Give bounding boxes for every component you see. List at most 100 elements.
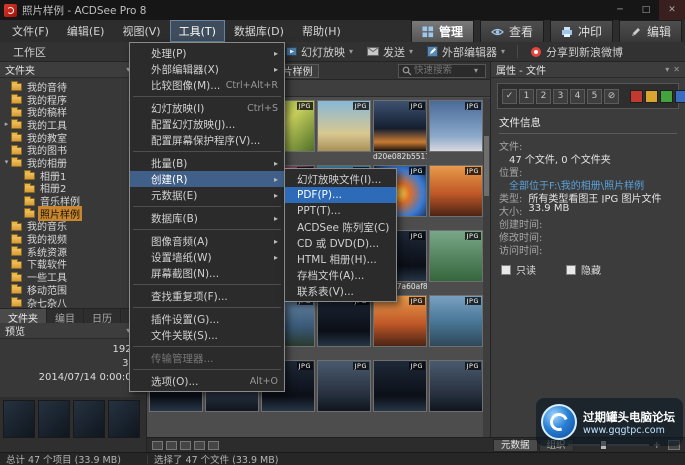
thumbnail-item[interactable]: JPG	[429, 100, 483, 163]
rating-button-2[interactable]: 2	[536, 89, 551, 104]
minimize-button[interactable]: ─	[607, 0, 633, 20]
readonly-checkbox[interactable]: 只读	[501, 262, 536, 277]
thumbnail-view-icon[interactable]	[194, 441, 205, 450]
menubar-item-2[interactable]: 编辑(E)	[58, 20, 114, 42]
tools-menu-item-2[interactable]: 外部编辑器(X)▸	[130, 61, 284, 77]
maximize-button[interactable]: □	[633, 0, 659, 20]
color-label-button-2[interactable]	[645, 90, 658, 103]
create-submenu-item-8[interactable]: 联系表(V)...	[285, 283, 396, 299]
search-dropdown-icon[interactable]: ▾	[474, 66, 478, 75]
thumbnail-item[interactable]: JPG	[429, 295, 483, 358]
tools-menu-item-7[interactable]: 批量(B)▸	[130, 155, 284, 171]
folder-tree-item[interactable]: 我的稿样	[0, 105, 146, 118]
tools-menu-item-1[interactable]: 处理(P)▸	[130, 45, 284, 61]
thumbnail-item[interactable]: JPG	[429, 165, 483, 228]
folder-tree-item[interactable]: 我的程序	[0, 93, 146, 106]
search-input[interactable]	[414, 65, 472, 76]
tools-menu-item-6[interactable]: 配置屏幕保护程序(V)...	[130, 132, 284, 148]
scrollbar[interactable]	[483, 98, 490, 437]
tools-menu-item-13[interactable]: 屏幕截图(N)...	[130, 265, 284, 281]
folder-tree-item[interactable]: 系统资源	[0, 245, 146, 258]
folder-tree-item[interactable]: 我的音乐	[0, 220, 146, 233]
workspace-button[interactable]: 工作区	[5, 42, 54, 62]
view-mode-icon[interactable]	[152, 441, 163, 450]
filmstrip-thumbnail[interactable]	[3, 400, 35, 438]
create-submenu-item-5[interactable]: CD 或 DVD(D)...	[285, 235, 396, 251]
tools-menu-item-11[interactable]: 图像音频(A)▸	[130, 233, 284, 249]
tools-menu-item-9[interactable]: 元数据(E)▸	[130, 187, 284, 203]
tools-menu-item-10[interactable]: 数据库(B)▸	[130, 210, 284, 226]
pin-icon[interactable]: ▾	[665, 65, 669, 74]
folder-tree-item[interactable]: 下载软件	[0, 258, 146, 271]
menubar-item-1[interactable]: 文件(F)	[3, 20, 58, 42]
folder-tree-item[interactable]: 移动范围	[0, 283, 146, 296]
tools-menu-item-18[interactable]: 选项(O)...Alt+O	[130, 373, 284, 389]
create-submenu-item-1[interactable]: 幻灯放映文件(I)...	[285, 171, 396, 187]
tools-menu-item-8[interactable]: 创建(R)▸	[130, 171, 284, 187]
color-label-button-4[interactable]	[675, 90, 685, 103]
thumbnail-item[interactable]: JPG	[373, 295, 427, 358]
create-submenu-item-3[interactable]: PPT(T)...	[285, 203, 396, 219]
mode-tab-eye[interactable]: 查看	[480, 20, 544, 43]
menubar-item-4[interactable]: 工具(T)	[170, 20, 225, 42]
tag-check-icon[interactable]: ✓	[502, 89, 517, 104]
color-label-button-1[interactable]	[630, 90, 643, 103]
toolbar-button-3[interactable]: 外部编辑器▾	[421, 42, 511, 62]
folder-tree-item[interactable]: ▾我的相册	[0, 156, 146, 169]
rating-button-1[interactable]: 1	[519, 89, 534, 104]
expand-icon[interactable]: ▸	[2, 120, 11, 128]
toolbar-button-4[interactable]: 分享到新浪微博	[524, 42, 629, 62]
menubar-item-3[interactable]: 视图(V)	[113, 20, 169, 42]
list-view-icon[interactable]	[180, 441, 191, 450]
rating-button-5[interactable]: 5	[587, 89, 602, 104]
filmstrip-thumbnail[interactable]	[73, 400, 105, 438]
create-submenu-item-7[interactable]: 存档文件(A)...	[285, 267, 396, 283]
collapse-icon[interactable]: ▾	[2, 158, 11, 166]
tools-menu-item-3[interactable]: 比较图像(M)...Ctrl+Alt+R	[130, 77, 284, 93]
mode-tab-pencil[interactable]: 编辑	[619, 20, 682, 43]
create-submenu-item-6[interactable]: HTML 相册(H)...	[285, 251, 396, 267]
thumbnail-item[interactable]: JPG	[317, 360, 371, 423]
folder-tree-item[interactable]: 我的视频	[0, 232, 146, 245]
folder-tree-item[interactable]: 我的教室	[0, 131, 146, 144]
rating-button-4[interactable]: 4	[570, 89, 585, 104]
folder-tree-item[interactable]: ▸我的工具	[0, 118, 146, 131]
thumbnail-item[interactable]: JPG	[429, 230, 483, 293]
folder-tree-item[interactable]: 照片样例	[0, 207, 146, 220]
properties-tab-1[interactable]: 元数据	[493, 439, 538, 452]
mode-tab-print[interactable]: 冲印	[550, 20, 613, 43]
thumbnail-item[interactable]: JPG	[373, 360, 427, 423]
folder-tree-item[interactable]: 我的音待	[0, 80, 146, 93]
rating-button-3[interactable]: 3	[553, 89, 568, 104]
location-link[interactable]: 全部位于F:\我的相册\照片样例	[499, 177, 677, 190]
toolbar-button-1[interactable]: 幻灯放映▾	[280, 42, 359, 62]
scrollbar-thumb[interactable]	[484, 136, 489, 196]
tools-menu-item-5[interactable]: 配置幻灯放映(J)...	[130, 116, 284, 132]
tools-menu-item-15[interactable]: 插件设置(G)...	[130, 311, 284, 327]
create-submenu-item-4[interactable]: ACDSee 陈列室(C)...	[285, 219, 396, 235]
thumbnail-item[interactable]: JPGd20e082b55172...	[373, 100, 427, 163]
left-panel-tab-1[interactable]: 文件夹	[0, 309, 47, 323]
tools-menu-item-14[interactable]: 查找重复项(F)...	[130, 288, 284, 304]
filmstrip-toggle-icon[interactable]	[166, 441, 177, 450]
hidden-checkbox[interactable]: 隐藏	[566, 262, 601, 277]
folder-tree-item[interactable]: 我的图书	[0, 143, 146, 156]
folder-tree-item[interactable]: 一些工具	[0, 270, 146, 283]
close-button[interactable]: ✕	[659, 0, 685, 20]
clear-rating-icon[interactable]: ⊘	[604, 89, 619, 104]
thumbnail-item[interactable]: JPG	[429, 360, 483, 423]
filmstrip-thumbnail[interactable]	[108, 400, 140, 438]
thumbnail-item[interactable]: JPG	[317, 100, 371, 163]
tools-menu-item-12[interactable]: 设置墙纸(W)▸	[130, 249, 284, 265]
thumbnail-item[interactable]: JPG	[317, 295, 371, 358]
left-panel-tab-2[interactable]: 编目	[47, 309, 84, 323]
folder-tree-item[interactable]: 杂七杂八	[0, 296, 146, 308]
tools-menu-item-17[interactable]: 传输管理器...	[130, 350, 284, 366]
tools-menu-item-4[interactable]: 幻灯放映(I)Ctrl+S	[130, 100, 284, 116]
toolbar-button-2[interactable]: 发送▾	[361, 42, 419, 62]
quick-search[interactable]: ▾	[398, 64, 486, 78]
color-label-button-3[interactable]	[660, 90, 673, 103]
menubar-item-5[interactable]: 数据库(D)	[225, 20, 293, 42]
detail-view-icon[interactable]	[208, 441, 219, 450]
tools-menu-item-16[interactable]: 文件关联(S)...	[130, 327, 284, 343]
